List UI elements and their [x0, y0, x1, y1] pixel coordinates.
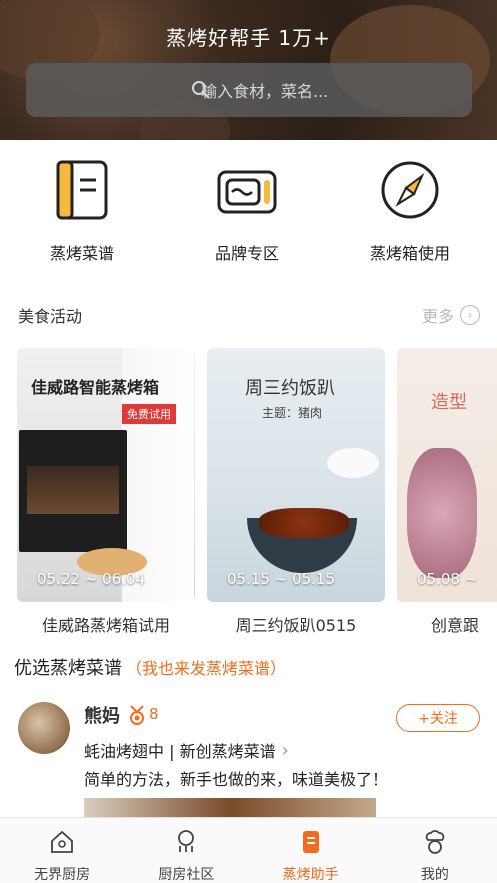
category-label: 品牌专区 [214, 244, 279, 263]
free-trial-badge: 免费试用 [122, 404, 176, 424]
user-level: 8 [149, 705, 159, 723]
activity-date: 05.08 ~ [417, 570, 478, 588]
activity-image-subtitle: 主题：猪肉 [262, 406, 323, 420]
activity-image: 周三约饭趴 主题：猪肉 05.15 ~ 05.15 [207, 348, 385, 602]
bottom-tab-bar: 无界厨房 厨房社区 蒸烤助手 我的 [0, 817, 497, 883]
activity-card[interactable]: 造型 05.08 ~ 创意跟 [397, 348, 497, 636]
category-usage[interactable]: 蒸烤箱使用 [340, 158, 480, 264]
post-recipe-link[interactable]: （我也来发蒸烤菜谱） [126, 659, 286, 678]
community-icon [178, 830, 195, 852]
recipes-title: 优选蒸烤菜谱 [14, 658, 122, 679]
header-title: 蒸烤好帮手 1万+ [166, 26, 331, 50]
activity-image: 佳威路智能蒸烤箱 免费试用 05.22 ~ 06.04 [17, 348, 195, 602]
activity-image-title: 造型 [431, 392, 467, 413]
more-label: 更多 [421, 307, 454, 326]
assistant-icon [302, 831, 319, 853]
tab-label: 厨房社区 [158, 867, 215, 883]
tab-community[interactable]: 厨房社区 [124, 818, 248, 883]
activity-image: 造型 05.08 ~ [397, 348, 497, 602]
tab-assistant[interactable]: 蒸烤助手 [249, 818, 373, 883]
activity-date: 05.15 ~ 05.15 [227, 570, 335, 588]
activities-header: 美食活动 更多 › [18, 303, 480, 327]
avatar[interactable] [18, 702, 70, 754]
user-name[interactable]: 熊妈 [84, 702, 120, 728]
activity-image-title: 周三约饭趴 [245, 378, 335, 399]
activities-title: 美食活动 [18, 307, 83, 326]
house-icon [51, 830, 74, 853]
follow-button[interactable]: +关注 [396, 704, 480, 732]
medal-icon [130, 705, 144, 725]
search-icon [192, 81, 210, 99]
chef-icon [425, 830, 445, 854]
tab-mine[interactable]: 我的 [373, 818, 497, 883]
category-label: 蒸烤菜谱 [49, 244, 114, 263]
activity-caption: 佳威路蒸烤箱试用 [41, 616, 170, 635]
chevron-right-icon: › [460, 305, 480, 325]
recipe-description: 简单的方法，新手也做的来，味道美极了！ [84, 770, 389, 789]
category-brands[interactable]: 品牌专区 [177, 158, 317, 264]
recipe-title: 蚝油烤翅中 | 新创蒸烤菜谱 [84, 742, 276, 761]
tab-label: 我的 [420, 867, 449, 883]
tab-label: 无界厨房 [34, 867, 91, 883]
category-recipes[interactable]: 蒸烤菜谱 [12, 158, 152, 264]
compass-icon [381, 161, 439, 219]
search-placeholder: 输入食材，菜名... [201, 82, 329, 101]
oven-icon [217, 170, 277, 214]
activity-caption: 创意跟 [431, 616, 480, 635]
tab-label: 蒸烤助手 [282, 867, 339, 883]
activity-date: 05.22 ~ 06.04 [37, 570, 145, 588]
recipe-title-link[interactable]: 蚝油烤翅中 | 新创蒸烤菜谱 › [84, 738, 289, 762]
category-row: 蒸烤菜谱 品牌专区 蒸烤箱使用 [0, 158, 497, 268]
tab-kitchen[interactable]: 无界厨房 [0, 818, 124, 883]
chevron-right-icon: › [281, 739, 289, 761]
activity-card[interactable]: 佳威路智能蒸烤箱 免费试用 05.22 ~ 06.04 佳威路蒸烤箱试用 [17, 348, 195, 636]
header-banner: 蒸烤好帮手 1万+ 输入食材，菜名... [0, 0, 497, 140]
activity-card[interactable]: 周三约饭趴 主题：猪肉 05.15 ~ 05.15 周三约饭趴0515 [207, 348, 385, 636]
more-link[interactable]: 更多 › [422, 303, 480, 327]
recipes-header: 优选蒸烤菜谱 （我也来发蒸烤菜谱） [14, 654, 286, 680]
recipe-book-icon [56, 160, 108, 220]
activity-caption: 周三约饭趴0515 [235, 616, 357, 635]
search-input[interactable]: 输入食材，菜名... [26, 63, 472, 117]
activity-image-title: 佳威路智能蒸烤箱 [31, 378, 160, 397]
category-label: 蒸烤箱使用 [369, 244, 450, 263]
activity-carousel[interactable]: 佳威路智能蒸烤箱 免费试用 05.22 ~ 06.04 佳威路蒸烤箱试用 周三约… [17, 348, 497, 638]
